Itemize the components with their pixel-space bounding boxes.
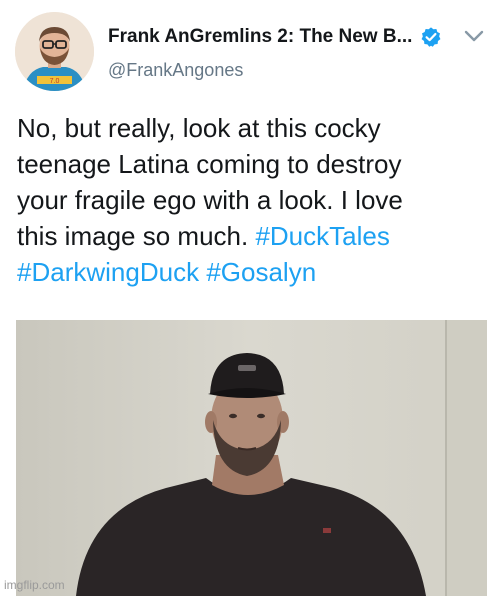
tweet-text-line: this image so much. #DuckTales bbox=[17, 218, 487, 254]
tweet-text-plain: this image so much. bbox=[17, 221, 256, 251]
tweet-text-line: teenage Latina coming to destroy bbox=[17, 146, 487, 182]
avatar[interactable]: 7.0 bbox=[15, 12, 94, 91]
tweet-media-photo[interactable] bbox=[16, 320, 487, 596]
avatar-shirt-text: 7.0 bbox=[50, 78, 60, 85]
tweet-text-plain: your fragile ego with a look. I love bbox=[17, 185, 403, 215]
avatar-image: 7.0 bbox=[15, 12, 94, 91]
tweet-text-line: your fragile ego with a look. I love bbox=[17, 182, 487, 218]
chevron-down-icon[interactable] bbox=[463, 28, 485, 44]
tweet-text-line: #DarkwingDuck #Gosalyn bbox=[17, 254, 487, 290]
tweet-text-plain: No, but really, look at this cocky bbox=[17, 113, 381, 143]
tweet-card: 7.0 Frank AnGremlins 2: The New B... @Fr… bbox=[0, 0, 500, 596]
tweet-header: Frank AnGremlins 2: The New B... bbox=[108, 24, 488, 50]
hashtag-link[interactable]: #DuckTales bbox=[255, 221, 389, 251]
hashtag-link[interactable]: #Gosalyn bbox=[206, 257, 316, 287]
display-name[interactable]: Frank AnGremlins 2: The New B... bbox=[108, 26, 412, 48]
verified-badge-icon bbox=[421, 27, 441, 47]
imgflip-watermark: imgflip.com bbox=[4, 578, 65, 592]
tweet-text: No, but really, look at this cocky teena… bbox=[17, 110, 487, 290]
tweet-text-plain: teenage Latina coming to destroy bbox=[17, 149, 402, 179]
tweet-text-line: No, but really, look at this cocky bbox=[17, 110, 487, 146]
photo-image bbox=[16, 320, 487, 596]
user-handle[interactable]: @FrankAngones bbox=[108, 60, 243, 81]
hashtag-link[interactable]: #DarkwingDuck bbox=[17, 257, 199, 287]
